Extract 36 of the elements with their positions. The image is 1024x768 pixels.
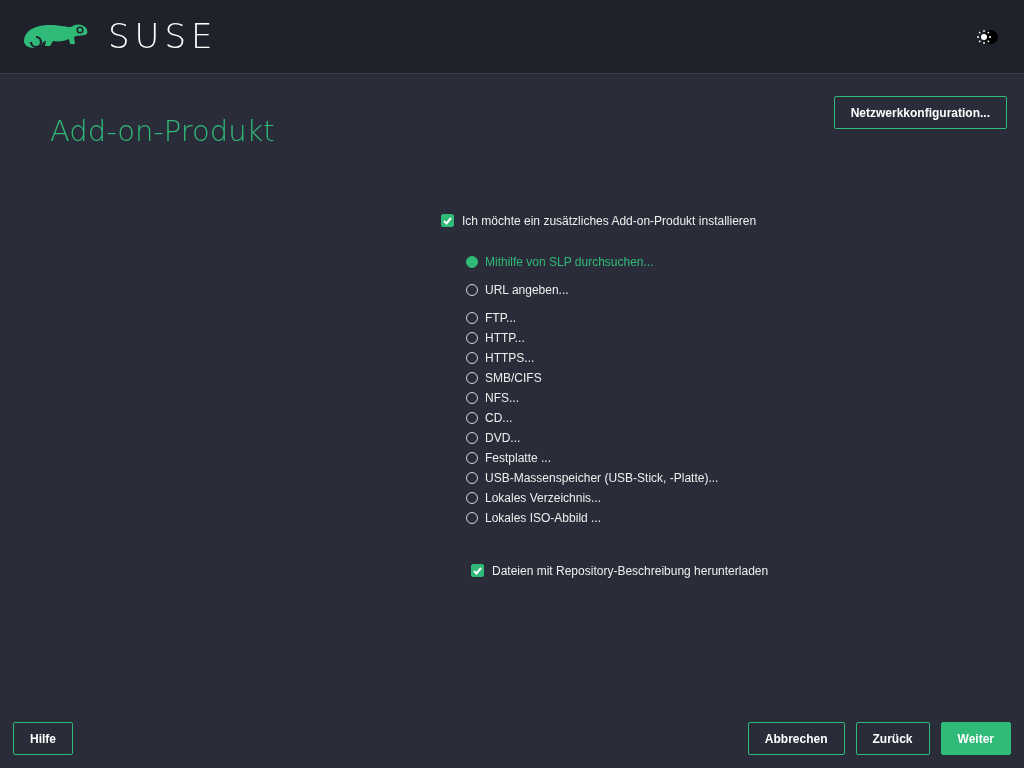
- option-label: Mithilfe von SLP durchsuchen...: [485, 253, 654, 271]
- radio-button[interactable]: [466, 391, 478, 404]
- radio-button[interactable]: [466, 431, 478, 444]
- radio-button[interactable]: [466, 411, 478, 424]
- radio-button[interactable]: [466, 511, 478, 524]
- network-config-button[interactable]: Netzwerkkonfiguration...: [833, 96, 1007, 129]
- option-label: FTP...: [485, 309, 517, 327]
- option-label: NFS...: [485, 389, 519, 407]
- option-label: URL angeben...: [485, 281, 569, 299]
- radio-button[interactable]: [466, 351, 478, 364]
- checkbox-box[interactable]: [441, 214, 454, 228]
- option-label: HTTPS...: [485, 349, 535, 367]
- option-label: Lokales Verzeichnis...: [485, 489, 602, 507]
- option-label: CD...: [485, 409, 513, 427]
- option-label: HTTP...: [485, 329, 525, 347]
- option-label: USB-Massenspeicher (USB-Stick, -Platte)...: [485, 469, 719, 487]
- checkbox-box[interactable]: [471, 564, 484, 578]
- radio-button[interactable]: [466, 283, 478, 296]
- radio-button[interactable]: [466, 371, 478, 384]
- option-label: Lokales ISO-Abbild ...: [485, 509, 602, 527]
- radio-button[interactable]: [466, 311, 478, 324]
- radio-button[interactable]: [466, 255, 478, 268]
- radio-button[interactable]: [466, 451, 478, 464]
- radio-button[interactable]: [466, 471, 478, 484]
- logo-text: SUSE: [108, 15, 218, 58]
- help-button[interactable]: Hilfe: [13, 722, 73, 755]
- radio-button[interactable]: [466, 331, 478, 344]
- checkbox-label: Dateien mit Repository-Beschreibung herunterladen: [492, 562, 769, 580]
- radio-button[interactable]: [466, 491, 478, 504]
- checkbox-label: Ich möchte ein zusätzliches Add-on-Produkt installieren: [462, 212, 757, 230]
- option-label: SMB/CIFS: [485, 369, 542, 387]
- option-label: DVD...: [485, 429, 521, 447]
- footer-button[interactable]: Abbrechen: [747, 722, 845, 755]
- page-title: Add-on-Produkt: [50, 114, 275, 149]
- footer-button[interactable]: Zurück: [855, 722, 930, 755]
- option-label: Festplatte ...: [485, 449, 552, 467]
